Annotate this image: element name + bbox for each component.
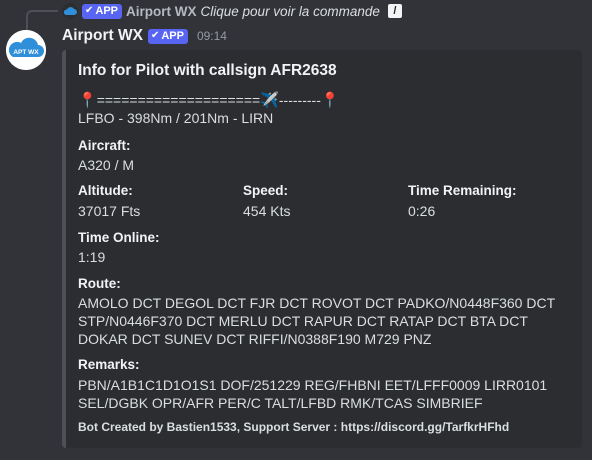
time-online-value: 1:19 — [78, 249, 106, 265]
reply-text[interactable]: Clique pour voir la commande — [201, 4, 380, 19]
remarks-label: Remarks: — [78, 357, 140, 372]
speed-value: 454 Kts — [243, 203, 291, 219]
airplane-icon: ✈️ — [260, 92, 279, 109]
altitude-value: 37017 Fts — [78, 203, 141, 219]
embed-footer: Bot Created by Bastien1533, Support Serv… — [78, 420, 510, 434]
reply-author[interactable]: Airport WX — [126, 4, 197, 19]
slash-command-icon: / — [387, 4, 402, 18]
cloud-icon: APT WX — [6, 30, 46, 70]
embed: Info for Pilot with callsign AFR2638 📍 =… — [62, 50, 582, 448]
aircraft-value: A320 / M — [78, 157, 135, 173]
route-label: Route: — [78, 276, 121, 291]
aircraft-label: Aircraft: — [78, 138, 131, 153]
checkmark-icon: ✔ — [85, 5, 94, 16]
timestamp[interactable]: 09:14 — [197, 29, 227, 43]
time-remaining-value: 0:26 — [408, 203, 436, 219]
author-name[interactable]: Airport WX — [62, 27, 143, 45]
app-badge: ✔ APP — [147, 28, 188, 44]
avatar-label: APT WX — [13, 49, 39, 56]
reply-content[interactable]: ✔ APP Airport WX Clique pour voir la com… — [62, 2, 402, 20]
avatar[interactable]: APT WX — [6, 30, 46, 70]
checkmark-icon: ✔ — [150, 30, 160, 41]
progress-line: 📍 ==================== ✈️ --------- 📍 — [78, 90, 340, 110]
remarks-value: PBN/A1B1C1D1O1S1 DOF/251229 REG/FHBNI EE… — [78, 377, 548, 411]
reply-preview[interactable]: ✔ APP Airport WX Clique pour voir la com… — [0, 0, 592, 30]
route-value: AMOLO DCT DEGOL DCT FJR DCT ROVOT DCT PA… — [78, 295, 555, 347]
speed-label: Speed: — [243, 183, 289, 198]
reply-avatar-cloud-icon — [62, 3, 78, 19]
altitude-label: Altitude: — [78, 183, 133, 198]
progress-done: ==================== — [96, 92, 261, 108]
time-online-label: Time Online: — [78, 230, 160, 245]
discord-message-view: ✔ APP Airport WX Clique pour voir la com… — [0, 0, 592, 460]
message-header: Airport WX ✔ APP 09:14 — [62, 26, 227, 46]
embed-title: Info for Pilot with callsign AFR2638 — [78, 62, 337, 79]
reply-spine — [26, 10, 58, 30]
progress-remaining: --------- — [278, 92, 321, 108]
round-pushpin-icon: 📍 — [78, 92, 97, 109]
round-pushpin-icon: 📍 — [320, 92, 340, 109]
route-summary: LFBO - 398Nm / 201Nm - LIRN — [78, 110, 274, 126]
reply-app-badge: ✔ APP — [82, 3, 123, 19]
time-remaining-label: Time Remaining: — [408, 183, 517, 198]
